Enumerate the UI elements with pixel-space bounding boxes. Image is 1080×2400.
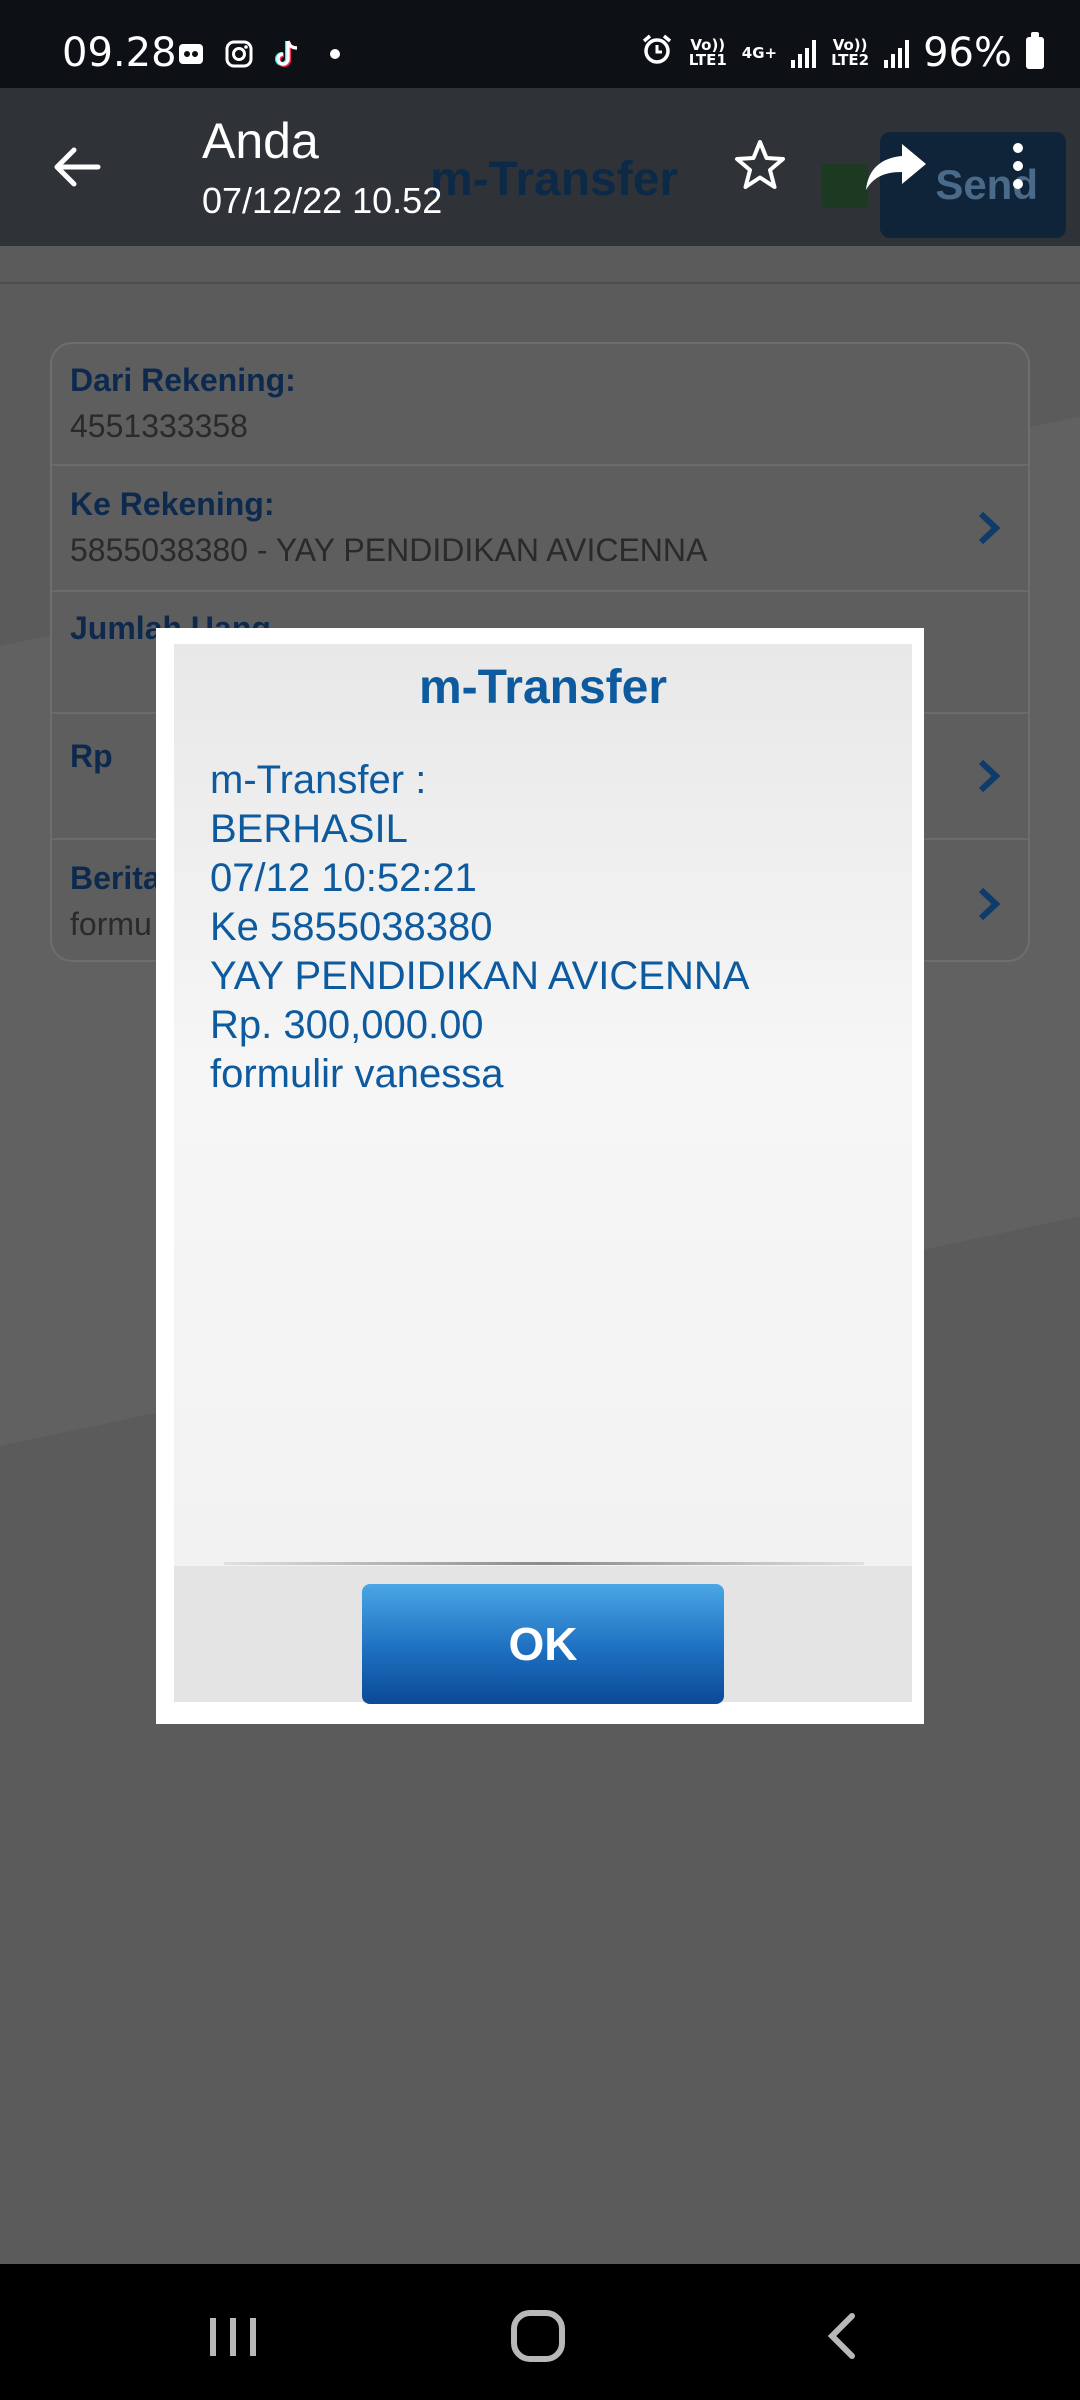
dialog-line: Ke 5855038380 — [210, 905, 493, 949]
share-icon[interactable] — [862, 136, 932, 196]
dialog-divider — [224, 1562, 864, 1565]
dialog-footer: OK — [174, 1566, 912, 1704]
app-bar: m-Transfer Send Anda 07/12/22 10.52 — [0, 88, 1080, 246]
form-label: Dari Rekening: — [70, 362, 296, 398]
form-label: Ke Rekening: — [70, 486, 275, 522]
page-title: Anda — [202, 113, 319, 169]
alarm-icon — [640, 30, 674, 76]
dialog-line: formulir vanessa — [210, 1052, 504, 1096]
result-dialog: m-Transfer m-Transfer : BERHASIL 07/12 1… — [156, 628, 924, 1724]
notification-app-icon — [175, 38, 207, 70]
chevron-right-icon — [978, 511, 1001, 545]
form-row-from: Dari Rekening: 4551333358 — [52, 344, 1028, 466]
signal-icon — [884, 38, 910, 68]
dialog-line: Rp. 300,000.00 — [210, 1003, 484, 1047]
battery-percent: 96% — [923, 30, 1012, 76]
dialog-line: YAY PENDIDIKAN AVICENNA — [210, 954, 750, 998]
status-right: Vo)) LTE1 4G+ Vo)) LTE2 96% — [640, 30, 1044, 76]
status-time: 09.28 — [62, 30, 177, 76]
home-icon[interactable] — [508, 2308, 568, 2364]
dialog-line: BERHASIL — [210, 807, 408, 851]
nav-back-icon[interactable] — [822, 2310, 862, 2362]
divider — [0, 282, 1080, 284]
back-arrow-icon[interactable] — [50, 140, 104, 194]
status-bar: 09.28 Vo)) LTE1 4G+ Vo)) LTE2 96% — [0, 0, 1080, 88]
dialog-title: m-Transfer — [418, 661, 668, 714]
dialog-line: 07/12 10:52:21 — [210, 856, 477, 900]
instagram-icon — [223, 38, 255, 70]
signal-icon — [791, 38, 817, 68]
form-value: formu — [70, 906, 152, 942]
recent-apps-icon[interactable] — [206, 2314, 260, 2360]
network-label-1: Vo)) LTE1 — [688, 36, 727, 69]
chevron-right-icon — [978, 887, 1001, 921]
form-row-to[interactable]: Ke Rekening: 5855038380 - YAY PENDIDIKAN… — [52, 466, 1028, 592]
page-subtitle: 07/12/22 10.52 — [202, 180, 443, 221]
notification-icons — [175, 38, 351, 70]
star-icon[interactable] — [730, 136, 790, 196]
form-label: Berita — [70, 860, 161, 896]
battery-icon — [1026, 32, 1044, 69]
form-value: 4551333358 — [70, 408, 248, 444]
background-screen-title: m-Transfer — [430, 153, 679, 206]
dot-icon — [319, 38, 351, 70]
ok-button[interactable]: OK — [362, 1584, 724, 1704]
navigation-bar — [0, 2264, 1080, 2400]
network-type: 4G+ — [741, 43, 778, 62]
network-label-2: Vo)) LTE2 — [831, 36, 870, 69]
form-label: Rp — [70, 738, 113, 774]
form-value: 5855038380 - YAY PENDIDIKAN AVICENNA — [70, 532, 708, 568]
chevron-right-icon — [978, 759, 1001, 793]
dialog-message: m-Transfer : BERHASIL 07/12 10:52:21 Ke … — [210, 756, 749, 1099]
dialog-panel: m-Transfer m-Transfer : BERHASIL 07/12 1… — [174, 644, 912, 1704]
dialog-line: m-Transfer : — [210, 758, 427, 802]
more-vert-icon[interactable] — [1000, 136, 1036, 196]
tiktok-icon — [271, 38, 303, 70]
